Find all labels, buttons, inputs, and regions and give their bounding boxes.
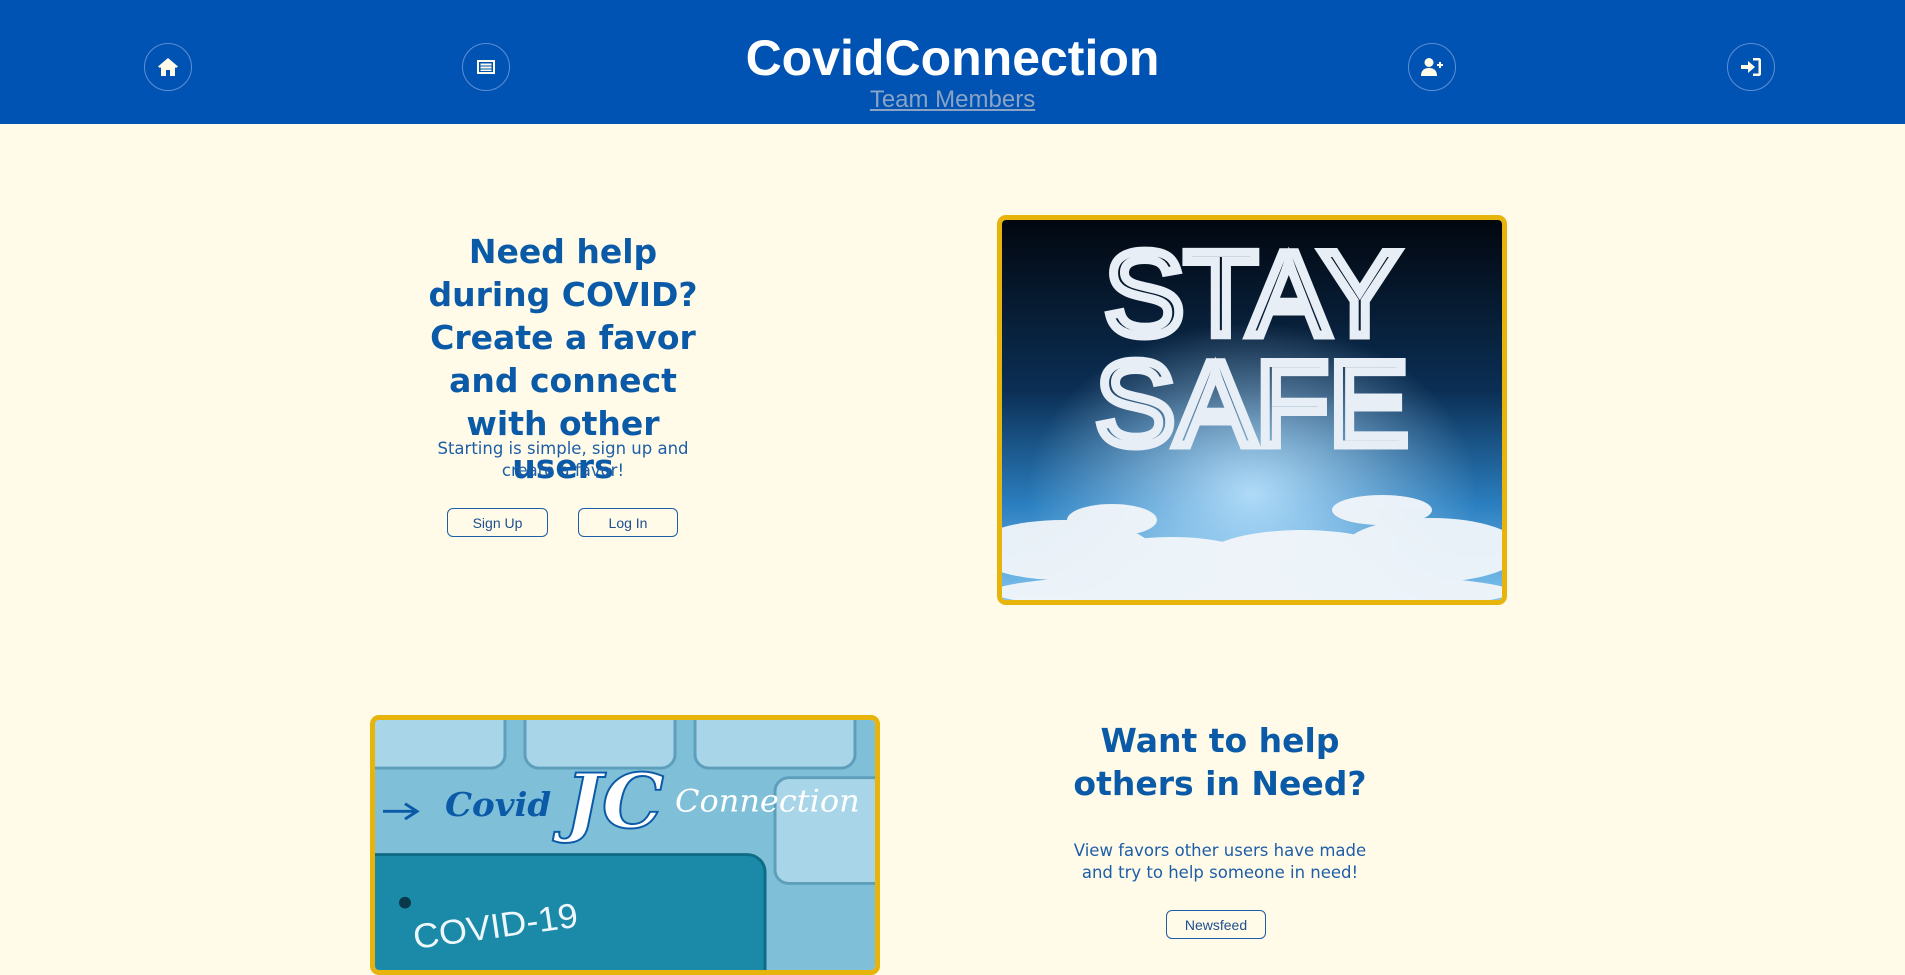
team-members-label[interactable]: Team Members <box>870 86 1035 113</box>
top-navbar: CovidConnection Team Members <box>0 0 1905 124</box>
log-in-button[interactable]: Log In <box>578 508 678 537</box>
newsfeed-button-main[interactable]: Newsfeed <box>1166 910 1266 939</box>
sign-up-button[interactable]: Sign Up <box>447 508 548 537</box>
safe-text: SAFE <box>1095 337 1408 471</box>
team-members-link[interactable]: Team Members <box>0 86 1905 114</box>
stay-safe-illustration: STAY SAFE <box>1002 220 1502 600</box>
keyboard-illustration: COVID-19 Covid JC Connection <box>375 720 875 970</box>
logo-mark: JC <box>552 758 664 846</box>
help-heading: Want to help others in Need? <box>1073 721 1367 803</box>
help-subtext: View favors other users have made and tr… <box>1073 841 1367 882</box>
hero-subtext: Starting is simple, sign up and create a… <box>437 439 689 480</box>
logo-covid-text: Covid <box>445 786 551 824</box>
stay-safe-image: STAY SAFE <box>997 215 1507 605</box>
covid-connection-image: COVID-19 Covid JC Connection <box>370 715 880 975</box>
site-title: CovidConnection <box>745 30 1160 86</box>
logo-connection-text: Connection <box>675 784 860 819</box>
